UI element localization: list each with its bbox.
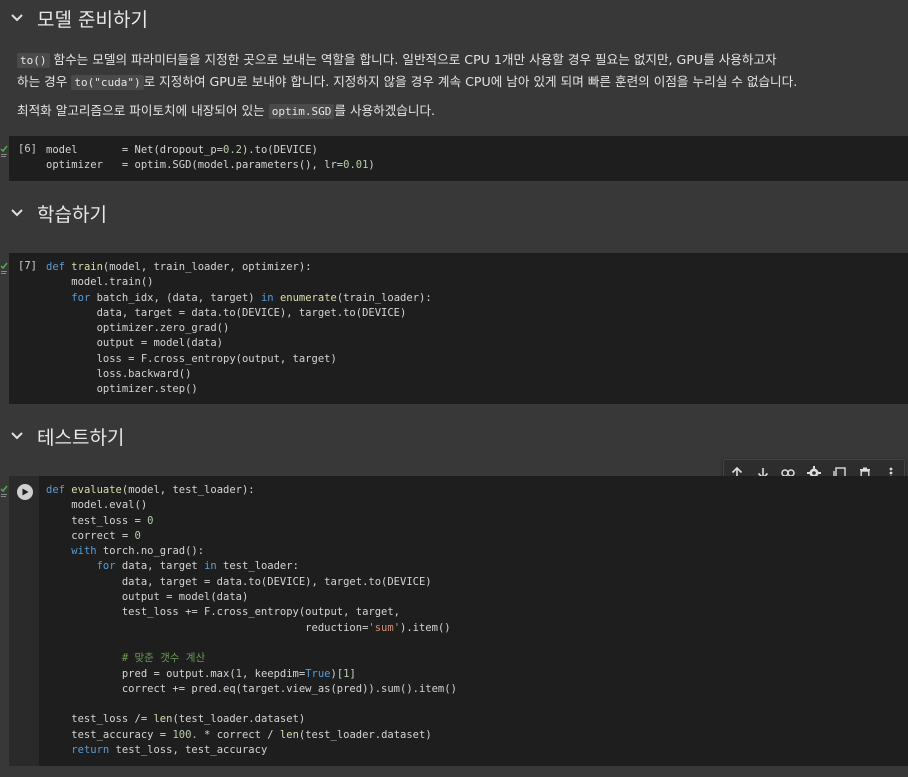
section-title: 테스트하기 — [37, 426, 125, 449]
chevron-down-icon[interactable] — [10, 206, 24, 220]
section-header-test[interactable]: 테스트하기 — [0, 419, 908, 453]
markdown-cell: to() 함수는 모델의 파라미터들을 지정한 곳으로 보내는 역할을 합니다.… — [17, 49, 897, 122]
inline-code: to() — [17, 53, 50, 68]
cell-gutter — [9, 476, 39, 766]
check-icon — [0, 144, 8, 158]
text: 함수는 모델의 파라미터들을 지정한 곳으로 보내는 역할을 합니다. 일반적으… — [49, 52, 777, 67]
chevron-down-icon[interactable] — [10, 11, 24, 25]
check-icon — [0, 484, 8, 498]
code-editor[interactable]: model = Net(dropout_p=0.2).to(DEVICE) op… — [46, 143, 375, 174]
inline-code: optim.SGD — [268, 104, 335, 119]
check-icon — [0, 261, 8, 275]
code-cell-7[interactable]: [7] def train(model, train_loader, optim… — [0, 253, 908, 404]
execution-count: [7] — [18, 260, 37, 272]
section-header-prepare[interactable]: 모델 준비하기 — [0, 1, 908, 35]
text: 를 사용하겠습니다. — [334, 103, 436, 118]
code-editor[interactable]: def train(model, train_loader, optimizer… — [46, 260, 432, 398]
text: 하는 경우 — [17, 74, 72, 89]
section-title: 모델 준비하기 — [37, 8, 148, 31]
code-cell-evaluate[interactable]: def evaluate(model, test_loader): model.… — [0, 476, 908, 766]
paragraph: to() 함수는 모델의 파라미터들을 지정한 곳으로 보내는 역할을 합니다.… — [17, 49, 897, 93]
paragraph: 최적화 알고리즘으로 파이토치에 내장되어 있는 optim.SGD 를 사용하겠… — [17, 100, 897, 122]
text: 최적화 알고리즘으로 파이토치에 내장되어 있는 — [17, 103, 269, 118]
text: 로 지정하여 GPU로 보내야 합니다. 지정하지 않을 경우 계속 CPU에 … — [143, 74, 798, 89]
code-editor[interactable]: def evaluate(model, test_loader): model.… — [46, 483, 457, 758]
section-header-train[interactable]: 학습하기 — [0, 196, 908, 230]
execution-count: [6] — [18, 143, 37, 155]
section-title: 학습하기 — [37, 203, 107, 226]
chevron-down-icon[interactable] — [10, 429, 24, 443]
inline-code: to("cuda") — [71, 75, 144, 90]
play-icon[interactable] — [17, 484, 33, 500]
code-cell-6[interactable]: [6] model = Net(dropout_p=0.2).to(DEVICE… — [0, 136, 908, 181]
